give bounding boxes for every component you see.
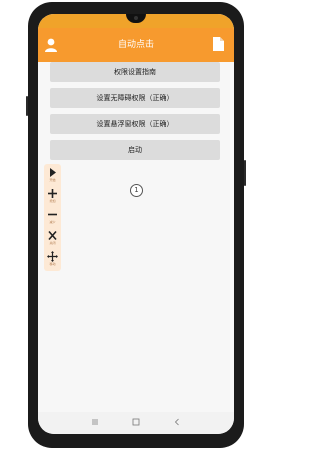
navigation-bar bbox=[38, 412, 234, 434]
minus-control[interactable]: 减少 bbox=[44, 209, 61, 225]
close-label: 关闭 bbox=[49, 241, 56, 245]
play-control[interactable]: 开始 bbox=[44, 167, 61, 183]
move-icon bbox=[47, 251, 58, 262]
plus-control[interactable]: 增加 bbox=[44, 188, 61, 204]
volume-button bbox=[26, 96, 28, 116]
minus-label: 减少 bbox=[49, 220, 56, 224]
back-icon[interactable] bbox=[172, 417, 182, 427]
menu-icon[interactable] bbox=[90, 417, 100, 427]
move-control[interactable]: 移动 bbox=[44, 251, 61, 267]
home-icon[interactable] bbox=[131, 417, 141, 427]
app-bar: 自动点击 bbox=[38, 28, 234, 62]
app-title: 自动点击 bbox=[117, 40, 154, 50]
accessibility-permission-button[interactable]: 设置无障碍权限（正确） bbox=[50, 88, 220, 108]
start-button[interactable]: 启动 bbox=[50, 140, 220, 160]
minus-icon bbox=[48, 213, 57, 216]
screen: 自动点击 权限设置指南 设置无障碍权限（正确） 设置悬浮窗权限（正确） 启动 开… bbox=[38, 14, 234, 434]
power-button bbox=[244, 160, 246, 186]
floating-control-panel: 开始 增加 减少 关闭 移动 bbox=[44, 164, 61, 271]
move-label: 移动 bbox=[49, 262, 56, 266]
overlay-permission-button[interactable]: 设置悬浮窗权限（正确） bbox=[50, 114, 220, 134]
file-icon[interactable] bbox=[213, 37, 224, 51]
play-icon bbox=[50, 168, 56, 177]
permission-guide-button[interactable]: 权限设置指南 bbox=[50, 62, 220, 82]
click-point-marker[interactable]: 1 bbox=[130, 184, 143, 197]
camera bbox=[134, 16, 138, 20]
play-label: 开始 bbox=[49, 178, 56, 182]
plus-icon bbox=[48, 189, 57, 198]
plus-label: 增加 bbox=[49, 199, 56, 203]
close-icon bbox=[48, 230, 57, 241]
close-control[interactable]: 关闭 bbox=[44, 230, 61, 246]
